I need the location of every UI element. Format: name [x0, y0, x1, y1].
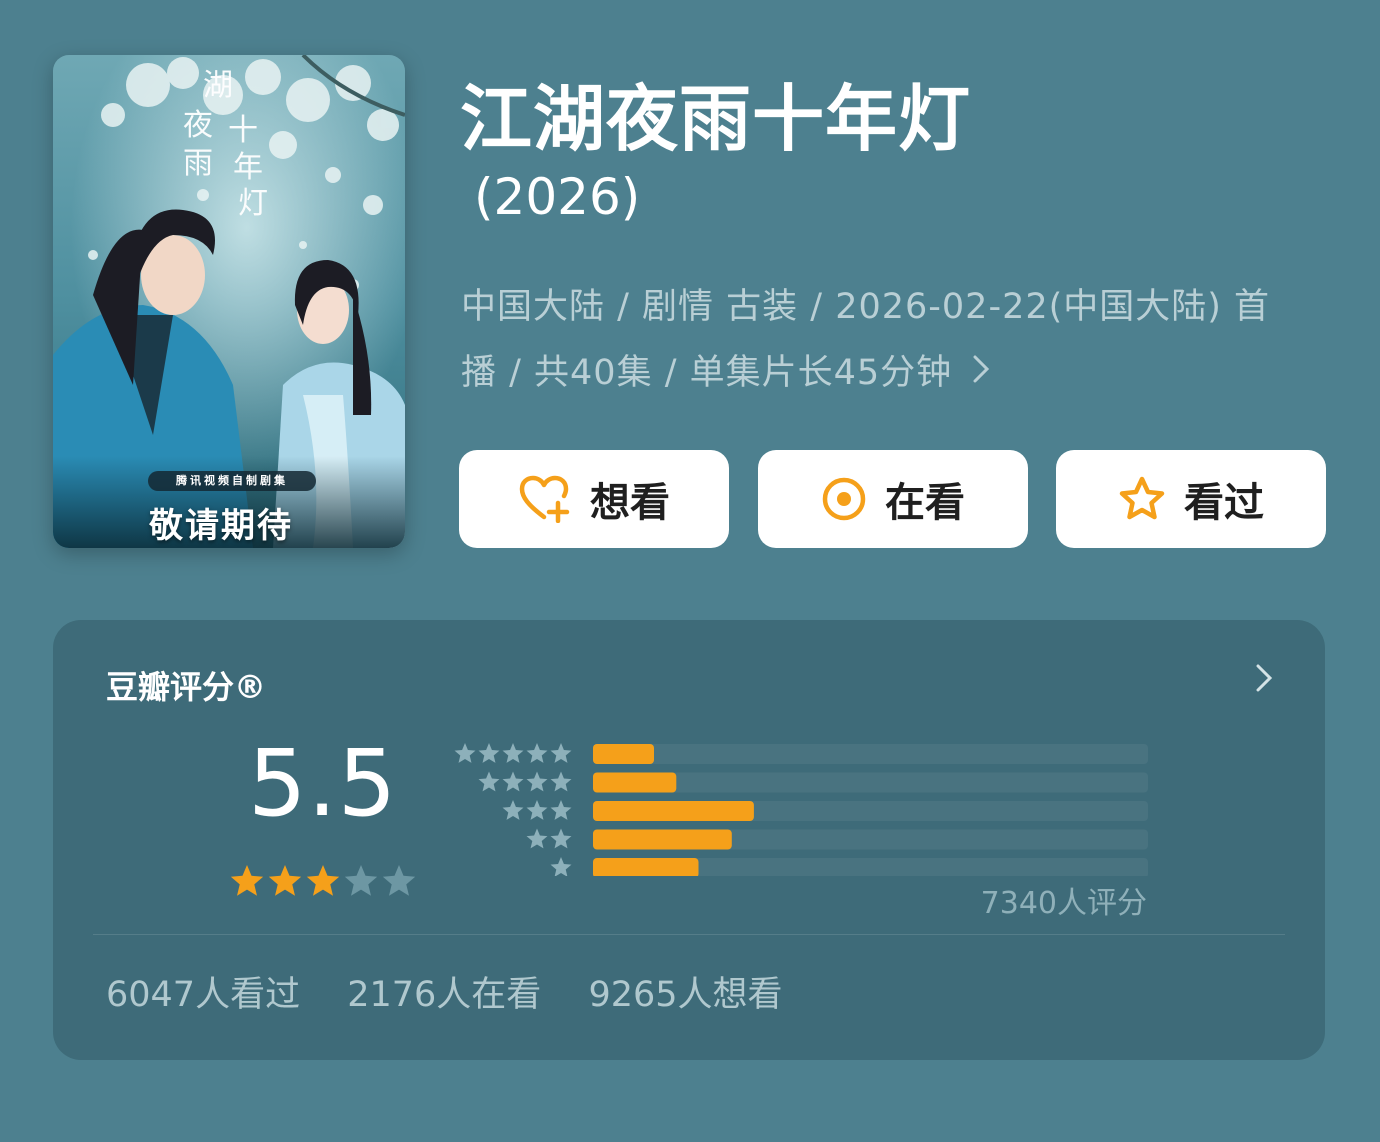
rating-distribution — [454, 743, 1148, 876]
star-icon — [502, 800, 524, 820]
show-meta-line2: 播 / 共40集 / 单集片长45分钟 — [461, 353, 953, 393]
rating-total-count: 7340人评分 — [980, 886, 1147, 921]
star-icon — [526, 771, 548, 792]
chevron-right-icon — [972, 340, 990, 405]
divider — [93, 934, 1285, 935]
stat-watched[interactable]: 6047人看过 — [106, 975, 300, 1015]
svg-text:夜: 夜 — [183, 108, 213, 143]
want-to-watch-button[interactable]: 想看 — [459, 450, 729, 548]
watched-button[interactable]: 看过 — [1056, 450, 1326, 548]
star-icon — [478, 743, 500, 763]
star-icon — [344, 865, 378, 896]
star-icon — [526, 800, 548, 820]
poster-cta: 敬请期待 — [149, 506, 293, 546]
star-outline-icon — [1119, 476, 1165, 520]
star-icon — [230, 865, 264, 896]
distribution-bar-4-star — [593, 772, 677, 793]
distribution-bar-3-star — [593, 801, 754, 821]
star-icon — [268, 865, 302, 896]
poster-tag: 腾讯视频自制剧集 — [148, 471, 316, 491]
circle-dot-icon — [822, 477, 866, 521]
star-icon — [526, 828, 548, 849]
show-meta-line2-wrap: 播 / 共40集 / 单集片长45分钟 — [461, 340, 1321, 406]
star-icon — [502, 743, 524, 763]
star-icon — [306, 865, 340, 896]
svg-text:十: 十 — [228, 113, 258, 148]
show-year: (2026) — [474, 168, 641, 226]
distribution-track — [593, 744, 1148, 764]
distribution-bar-2-star — [593, 829, 732, 850]
heart-plus-icon — [519, 475, 570, 523]
star-icon — [550, 857, 572, 876]
rating-score: 5.5 — [248, 730, 398, 837]
svg-text:年: 年 — [233, 150, 263, 185]
watched-label: 看过 — [1184, 480, 1264, 526]
watching-button[interactable]: 在看 — [758, 450, 1028, 548]
star-icon — [526, 743, 548, 763]
show-meta[interactable]: 中国大陆 / 剧情 古装 / 2026-02-22(中国大陆) 首 播 / 共4… — [461, 275, 1321, 406]
star-icon — [550, 800, 572, 820]
svg-text:雨: 雨 — [183, 146, 213, 181]
poster-image[interactable]: 湖 夜 雨 十 年 灯 腾讯视频自制剧集 敬请期待 — [53, 55, 405, 548]
stat-watching[interactable]: 2176人在看 — [347, 975, 541, 1015]
distribution-bar-1-star — [593, 858, 699, 876]
star-icon — [550, 771, 572, 792]
rating-title: 豆瓣评分® — [106, 668, 267, 706]
stats-row: 6047人看过 2176人在看 9265人想看 — [106, 966, 819, 1017]
rating-card[interactable]: 豆瓣评分® 5.5 7340人评分 6047人看过 2176人在看 9265人想… — [53, 620, 1325, 1060]
distribution-bar-5-star — [593, 744, 654, 764]
want-to-watch-label: 想看 — [590, 480, 670, 526]
rating-stars — [230, 865, 416, 896]
show-title: 江湖夜雨十年灯 — [460, 77, 972, 161]
watching-label: 在看 — [885, 480, 965, 526]
star-icon — [502, 771, 524, 792]
star-icon — [550, 828, 572, 849]
show-meta-line1: 中国大陆 / 剧情 古装 / 2026-02-22(中国大陆) 首 — [461, 287, 1271, 327]
star-icon — [382, 865, 416, 896]
stat-want[interactable]: 9265人想看 — [588, 975, 782, 1015]
svg-text:灯: 灯 — [238, 186, 268, 221]
star-icon — [454, 743, 476, 763]
star-icon — [550, 743, 572, 763]
svg-text:湖: 湖 — [203, 68, 233, 103]
star-icon — [478, 771, 500, 792]
chevron-right-icon[interactable] — [1253, 660, 1277, 696]
